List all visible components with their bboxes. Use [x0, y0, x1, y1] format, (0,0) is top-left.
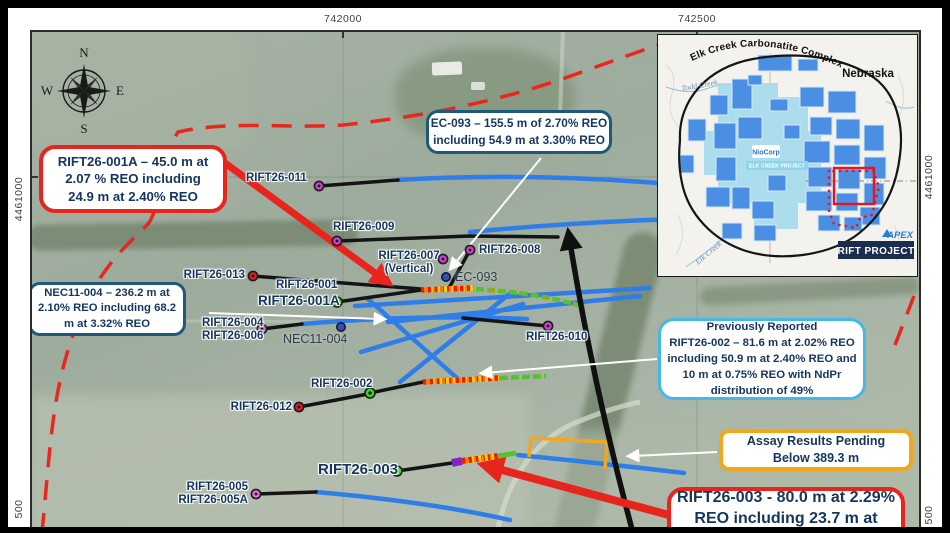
window-frame-right: [942, 0, 950, 533]
hole-label-nec11-004: NEC11-004: [283, 332, 347, 346]
compass-rose-icon: [57, 64, 111, 118]
axis-label-easting-742500: 742500: [678, 13, 716, 25]
hole-label-rift26-007: RIFT26-007 (Vertical): [368, 250, 450, 276]
rift-project-badge-label: RIFT PROJECT: [837, 246, 914, 257]
callout-rift26-001a-result: RIFT26-001A – 45.0 m at 2.07 % REO inclu…: [39, 145, 227, 213]
hole-label-rift26-001a: RIFT26-001A: [258, 293, 340, 309]
apex-logo-text: APEX: [886, 230, 914, 241]
compass-north-label: N: [79, 45, 88, 61]
axis-label-easting-742000: 742000: [324, 13, 362, 25]
inset-location-map: NioCorp ELK CREEK PROJECT Elk Creek Carb…: [657, 34, 918, 277]
hole-label-rift26-005a: RIFT26-005A: [168, 494, 248, 507]
hole-label-rift26-001: RIFT26-001: [276, 279, 337, 292]
axis-label-northing-right-4461000: 4461000: [923, 155, 935, 199]
hole-label-ec-093: EC-093: [455, 270, 497, 284]
inset-map-graphic: NioCorp ELK CREEK PROJECT Elk Creek Carb…: [658, 35, 917, 276]
compass-south-label: S: [80, 121, 87, 137]
hole-label-rift26-002: RIFT26-002: [311, 378, 372, 391]
window-frame-left: [0, 0, 8, 533]
callout-nec11-004-result: NEC11-004 – 236.2 m at 2.10% REO includi…: [30, 282, 186, 336]
inset-state-label: Nebraska: [842, 68, 894, 80]
inset-elk-creek-label: Elk Creek: [693, 239, 724, 267]
hole-label-rift26-005: RIFT26-005: [174, 481, 248, 494]
elk-creek-project-label: ELK CREEK PROJECT: [749, 164, 806, 170]
hole-label-rift26-011: RIFT26-011: [246, 172, 307, 185]
callout-ec-093-result: EC-093 – 155.5 m of 2.70% REO including …: [426, 110, 612, 154]
axis-label-northing-left-4461000: 4461000: [13, 177, 25, 221]
callout-previously-reported: Previously Reported RIFT26-002 – 81.6 m …: [658, 318, 866, 400]
hole-label-rift26-010: RIFT26-010: [526, 331, 587, 344]
axis-label-northing-right-500: 500: [923, 505, 935, 524]
window-frame-top: [0, 0, 950, 8]
compass-east-label: E: [116, 83, 124, 99]
collar-nec11-004: [337, 323, 345, 331]
window-frame-bottom: [0, 527, 950, 533]
niocorp-logo-text: NioCorp: [752, 150, 780, 157]
hole-label-rift26-006: RIFT26-006: [202, 330, 263, 343]
hole-label-rift26-004: RIFT26-004: [202, 317, 263, 330]
hole-label-rift26-013: RIFT26-013: [173, 269, 245, 282]
hole-label-rift26-003: RIFT26-003: [318, 461, 398, 478]
hole-label-rift26-012: RIFT26-012: [218, 401, 292, 414]
compass-west-label: W: [41, 83, 53, 99]
hole-label-rift26-009: RIFT26-009: [333, 221, 394, 234]
axis-label-northing-left-500: 500: [13, 499, 25, 518]
hole-label-rift26-008: RIFT26-008: [479, 244, 540, 257]
callout-assay-pending: Assay Results Pending Below 389.3 m: [719, 429, 913, 471]
map-figure: N E S W RIFT26-011 RIFT26-009 RIFT26-007…: [0, 0, 950, 533]
